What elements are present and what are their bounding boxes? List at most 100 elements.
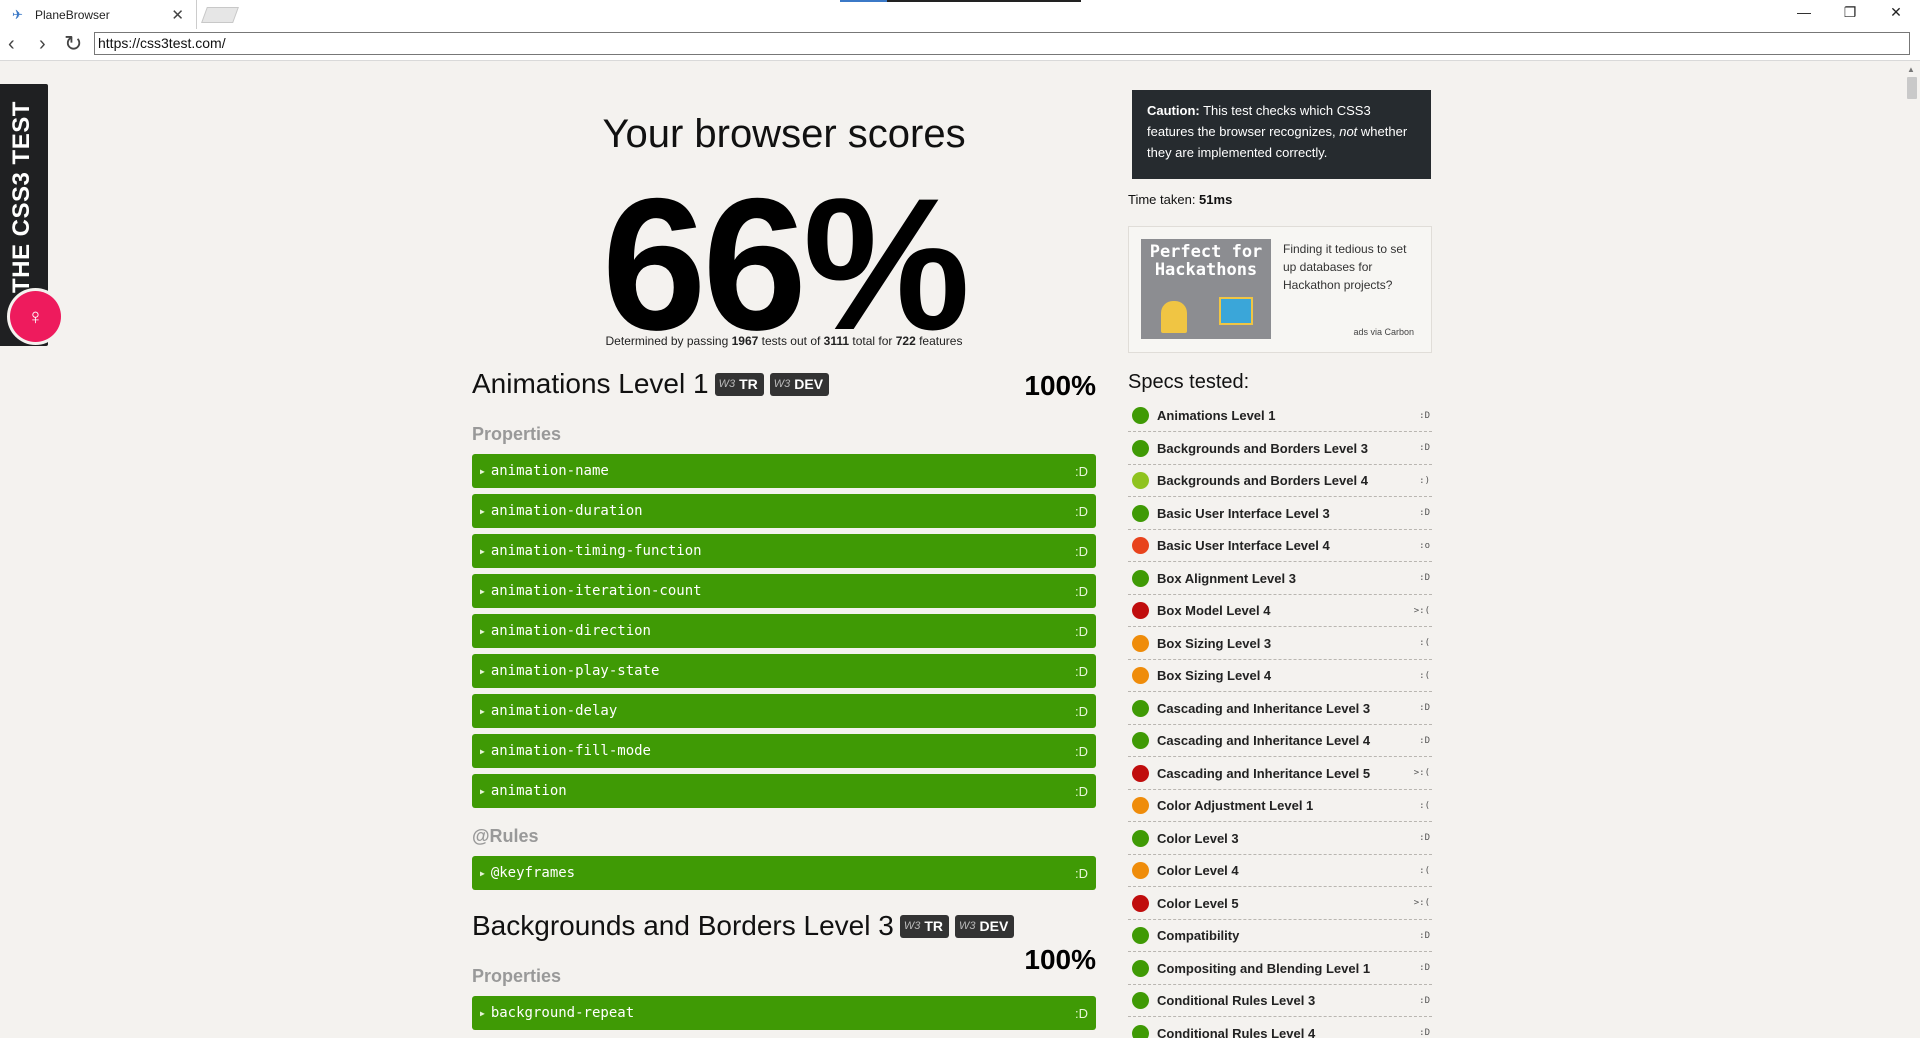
result-face: :D xyxy=(1075,1005,1088,1021)
time-taken: Time taken: 51ms xyxy=(1128,192,1233,207)
feature-name: @keyframes xyxy=(490,865,576,881)
score-percent: 66% xyxy=(601,159,970,369)
browser-tab[interactable]: ✈ PlaneBrowser ✕ xyxy=(0,0,197,29)
spec-percent: 100% xyxy=(1024,944,1096,975)
status-dot-icon xyxy=(1132,602,1149,619)
spec-title[interactable]: Backgrounds and Borders Level 3 W3 TR W3 D… xyxy=(472,910,1015,942)
w3c-dev-badge[interactable]: W3 DEV xyxy=(769,372,830,396)
expand-icon: ▶ xyxy=(480,586,485,596)
feature-row[interactable]: ▶ animation-name:D xyxy=(472,454,1096,488)
w3c-dev-badge[interactable]: W3 DEV xyxy=(955,914,1015,938)
spec-list-item[interactable]: Color Level 4 :( xyxy=(1128,855,1432,887)
spec-list-item[interactable]: Box Alignment Level 3:D xyxy=(1128,563,1432,595)
spec-result-face: :D xyxy=(1419,833,1430,843)
feature-row[interactable]: ▶ animation-duration:D xyxy=(472,494,1096,528)
score-summary: Determined by passing 1967 tests out of … xyxy=(605,334,963,348)
feature-row[interactable]: ▶ background-repeat:D xyxy=(472,996,1096,1030)
spec-list-item[interactable]: Conditional Rules Level 4:D xyxy=(1128,1018,1432,1038)
page-scrollbar[interactable]: ▲ xyxy=(1903,62,1920,1038)
spec-name: Color Level 4 xyxy=(1157,863,1239,878)
result-face: :D xyxy=(1075,865,1088,881)
new-tab-button[interactable] xyxy=(201,7,239,23)
ad-text[interactable]: Finding it tedious to set up databases f… xyxy=(1283,240,1421,294)
feature-row[interactable]: ▶ @keyframes:D xyxy=(472,856,1096,890)
spec-list-item[interactable]: Conditional Rules Level 3:D xyxy=(1128,985,1432,1017)
w3c-tr-badge[interactable]: W3 TR xyxy=(899,914,949,938)
status-dot-icon xyxy=(1132,472,1149,489)
spec-name: Animations Level 1 xyxy=(1157,408,1276,423)
nav-bar: ‹ › ↻ https://css3test.com/ xyxy=(0,29,1920,61)
w3c-tr-badge[interactable]: W3 TR xyxy=(714,372,764,396)
status-dot-icon xyxy=(1132,537,1149,554)
spec-list-item[interactable]: Compositing and Blending Level 1:D xyxy=(1128,953,1432,985)
feature-row[interactable]: ▶ animation-direction:D xyxy=(472,614,1096,648)
spec-list-item[interactable]: Box Sizing Level 3:( xyxy=(1128,628,1432,660)
spec-name: Backgrounds and Borders Level 4 xyxy=(1157,473,1368,488)
spec-list-item[interactable]: Box Sizing Level 4:( xyxy=(1128,660,1432,692)
reload-icon[interactable]: ↻ xyxy=(64,33,82,55)
expand-icon: ▶ xyxy=(480,546,485,556)
spec-name: Color Level 5 xyxy=(1157,895,1239,911)
feature-row[interactable]: ▶ animation-iteration-count :D xyxy=(472,574,1096,608)
spec-result-face: :D xyxy=(1419,573,1430,583)
spec-list-item[interactable]: Basic User Interface Level 4:o xyxy=(1128,530,1432,562)
spec-list-item[interactable]: Color Adjustment Level 1:( xyxy=(1128,790,1432,822)
feature-row[interactable]: ▶ animation:D xyxy=(472,774,1096,808)
spec-list-item[interactable]: Color Level 5 >:( xyxy=(1128,888,1432,920)
scrollbar-thumb[interactable] xyxy=(1907,77,1917,99)
spec-list-item[interactable]: Basic User Interface Level 3:D xyxy=(1128,498,1432,530)
expand-icon: ▶ xyxy=(480,706,485,716)
carbon-ad[interactable]: Perfect for Hackathons Finding it tediou… xyxy=(1128,226,1432,353)
spec-list-item[interactable]: Cascading and Inheritance Level 4:D xyxy=(1128,725,1432,757)
status-dot-icon xyxy=(1132,569,1149,587)
spec-list-item[interactable]: Backgrounds and Borders Level 3 :D xyxy=(1128,433,1432,465)
close-tab-icon[interactable]: ✕ xyxy=(171,6,184,24)
spec-result-face: :D xyxy=(1419,703,1430,713)
feature-name: animation-iteration-count xyxy=(490,583,702,599)
spec-title[interactable]: Animations Level 1 W3 TR W3 DEV xyxy=(472,368,830,400)
expand-icon: ▶ xyxy=(480,1008,485,1018)
spec-list-item[interactable]: Compatibility:D xyxy=(1128,920,1432,952)
ad-image[interactable]: Perfect for Hackathons xyxy=(1141,239,1271,339)
feature-name: animation-duration xyxy=(490,503,643,519)
ad-image-text: Perfect for Hackathons xyxy=(1149,242,1263,280)
result-face: :D xyxy=(1075,503,1088,519)
feature-row[interactable]: ▶ animation-play-state:D xyxy=(472,654,1096,688)
spec-name: Basic User Interface Level 4 xyxy=(1157,538,1330,553)
close-window-icon[interactable]: ✕ xyxy=(1886,4,1906,21)
expand-icon: ▶ xyxy=(480,466,485,476)
status-dot-icon xyxy=(1132,439,1149,457)
feature-row[interactable]: ▶ animation-fill-mode:D xyxy=(472,734,1096,768)
result-face: :D xyxy=(1075,583,1088,599)
spec-result-face: :D xyxy=(1419,930,1430,941)
address-bar[interactable]: https://css3test.com/ xyxy=(94,32,1910,55)
status-dot-icon xyxy=(1132,504,1149,522)
tab-bar: ✈ PlaneBrowser ✕ — ❐ ✕ xyxy=(0,0,1920,29)
spec-list-item[interactable]: Animations Level 1:D xyxy=(1128,400,1432,432)
plane-icon: ✈ xyxy=(12,6,23,22)
feature-name: animation xyxy=(490,783,567,799)
spec-list-item[interactable]: Cascading and Inheritance Level 3:D xyxy=(1128,693,1432,725)
spec-name: Conditional Rules Level 4 xyxy=(1157,1025,1316,1038)
forward-icon[interactable]: › xyxy=(39,33,46,55)
spec-name: Backgrounds and Borders Level 3 xyxy=(1157,440,1368,456)
minimize-icon[interactable]: — xyxy=(1794,4,1814,20)
spec-list-item[interactable]: Color Level 3:D xyxy=(1128,823,1432,855)
spec-name: Box Model Level 4 xyxy=(1157,603,1271,618)
back-icon[interactable]: ‹ xyxy=(8,33,15,55)
spec-list-item[interactable]: Box Model Level 4 >:( xyxy=(1128,595,1432,627)
spec-result-face: :D xyxy=(1419,508,1430,518)
feature-row[interactable]: ▶ animation-delay:D xyxy=(472,694,1096,728)
scroll-up-icon[interactable]: ▲ xyxy=(1907,65,1915,74)
feature-name: animation-delay xyxy=(490,703,618,719)
spec-result-face: :D xyxy=(1419,443,1430,453)
logo-icon[interactable]: ♀ xyxy=(10,291,61,342)
spec-list-item[interactable]: Cascading and Inheritance Level 5 >:( xyxy=(1128,758,1432,790)
spec-result-face: :( xyxy=(1419,865,1430,876)
spec-list-item[interactable]: Backgrounds and Borders Level 4:) xyxy=(1128,465,1432,497)
status-dot-icon xyxy=(1132,862,1149,879)
ad-via-link[interactable]: ads via Carbon xyxy=(1353,327,1414,337)
restore-icon[interactable]: ❐ xyxy=(1840,4,1860,21)
feature-name: animation-direction xyxy=(490,623,651,639)
feature-row[interactable]: ▶ animation-timing-function:D xyxy=(472,534,1096,568)
